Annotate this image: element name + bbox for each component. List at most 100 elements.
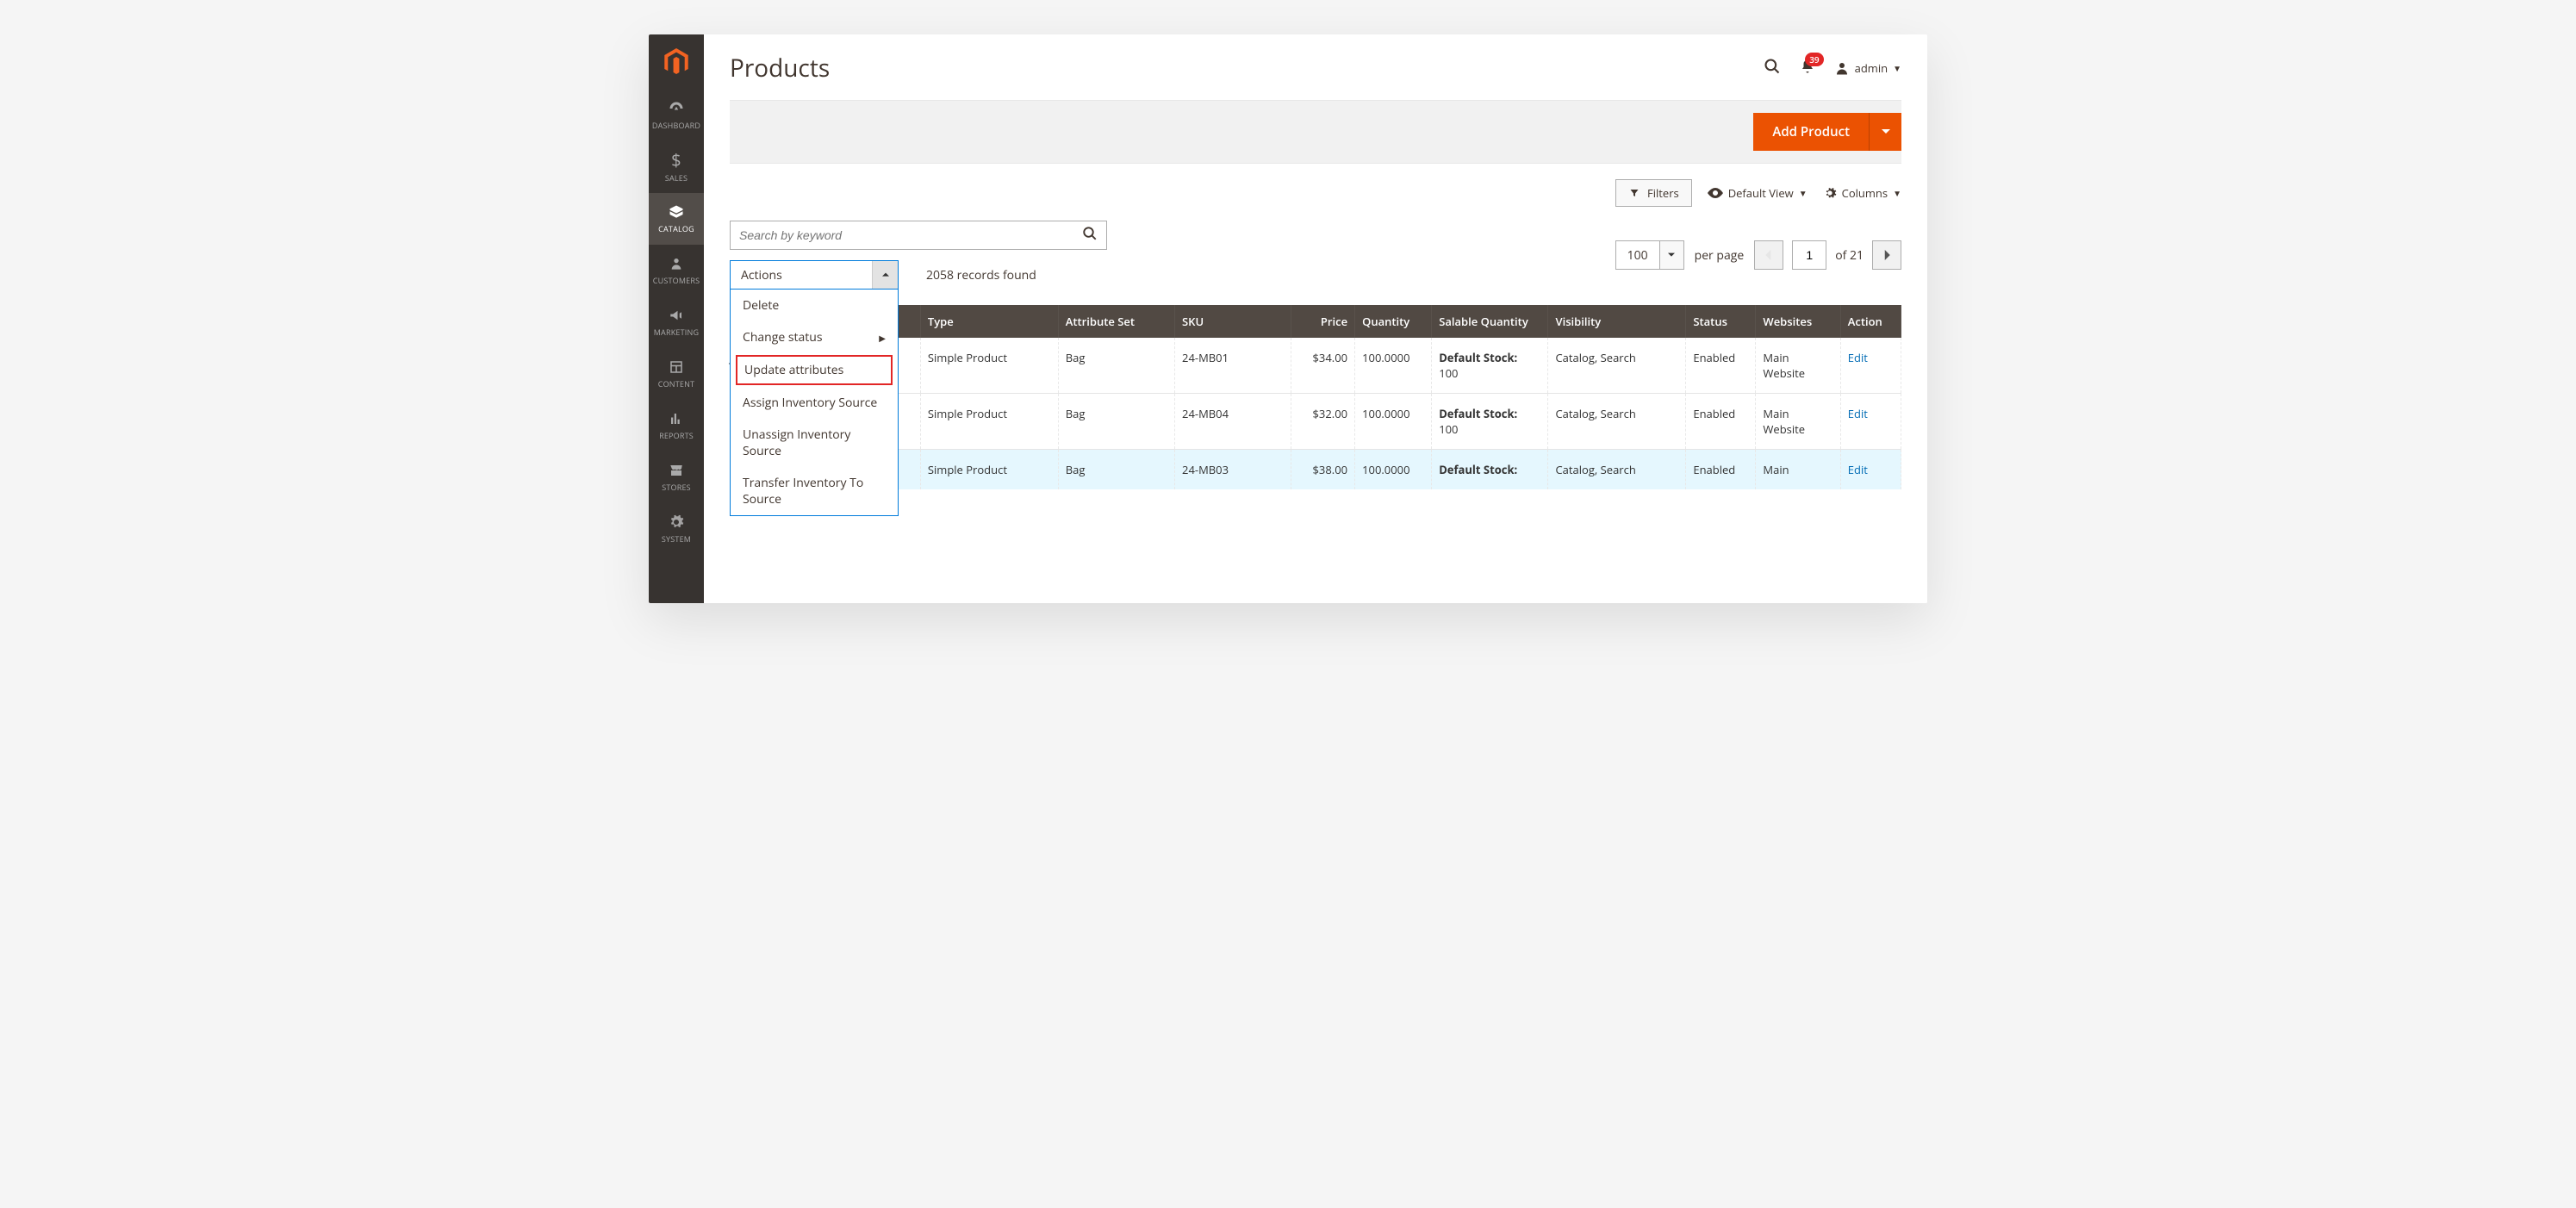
cell-attribute-set: Bag [1058, 338, 1174, 394]
sidebar-label: SALES [665, 172, 688, 184]
default-view-button[interactable]: Default View ▼ [1708, 185, 1808, 201]
action-assign-inventory-source[interactable]: Assign Inventory Source [731, 387, 898, 419]
page-input[interactable] [1792, 240, 1826, 270]
cell-action: Edit [1840, 450, 1901, 490]
user-icon [1834, 60, 1850, 76]
action-delete[interactable]: Delete [731, 290, 898, 321]
add-product-button[interactable]: Add Product [1753, 113, 1869, 151]
sidebar-item-stores[interactable]: STORES [649, 451, 704, 503]
col-attribute-set[interactable]: Attribute Set [1058, 305, 1174, 338]
action-label: Update attributes [744, 362, 843, 378]
search-submit[interactable] [1082, 226, 1098, 246]
cell-salable-quantity: Default Stock: [1432, 450, 1548, 490]
products-grid: Name Type Attribute Set SKU Price Quanti… [730, 305, 1901, 489]
col-visibility[interactable]: Visibility [1548, 305, 1686, 338]
sidebar-item-catalog[interactable]: CATALOG [649, 193, 704, 245]
edit-link[interactable]: Edit [1848, 350, 1868, 365]
sidebar-item-system[interactable]: SYSTEM [649, 503, 704, 555]
col-salable-quantity[interactable]: Salable Quantity [1432, 305, 1548, 338]
add-product-button-group: Add Product [1753, 113, 1901, 151]
cell-websites: Main Website [1756, 394, 1840, 450]
cell-quantity: 100.0000 [1355, 450, 1432, 490]
gear-icon [1823, 186, 1837, 200]
action-change-status[interactable]: Change status ▶ [731, 321, 898, 353]
chevron-right-icon: ▶ [879, 332, 886, 344]
search-icon [1764, 58, 1781, 75]
sidebar-item-reports[interactable]: REPORTS [649, 400, 704, 451]
col-sku[interactable]: SKU [1175, 305, 1291, 338]
action-label: Delete [743, 297, 779, 314]
pager-prev[interactable] [1754, 240, 1783, 270]
col-type[interactable]: Type [920, 305, 1058, 338]
edit-link[interactable]: Edit [1848, 406, 1868, 421]
action-update-attributes[interactable]: Update attributes [736, 355, 893, 385]
col-status[interactable]: Status [1686, 305, 1756, 338]
products-table: Name Type Attribute Set SKU Price Quanti… [730, 305, 1901, 489]
chevron-down-icon: ▼ [1893, 62, 1901, 74]
cell-visibility: Catalog, Search [1548, 394, 1686, 450]
notifications-button[interactable]: 39 [1800, 58, 1815, 79]
col-quantity[interactable]: Quantity [1355, 305, 1432, 338]
magento-logo[interactable] [649, 34, 704, 90]
sidebar-label: DASHBOARD [652, 120, 700, 131]
chevron-right-icon [1883, 250, 1890, 260]
edit-link[interactable]: Edit [1848, 462, 1868, 477]
chevron-down-icon: ▼ [1893, 187, 1901, 199]
admin-user-menu[interactable]: admin ▼ [1834, 60, 1901, 76]
sidebar-item-customers[interactable]: CUSTOMERS [649, 245, 704, 296]
search-input[interactable] [739, 228, 1082, 242]
action-transfer-inventory[interactable]: Transfer Inventory To Source [731, 467, 898, 515]
dollar-icon: $ [671, 152, 681, 169]
actions-dropdown-toggle[interactable] [872, 261, 898, 289]
columns-button[interactable]: Columns ▼ [1823, 185, 1901, 201]
page-title: Products [730, 52, 830, 84]
col-websites[interactable]: Websites [1756, 305, 1840, 338]
sidebar: DASHBOARD $ SALES CATALOG CUSTOMERS MARK… [649, 34, 704, 603]
catalog-icon [669, 204, 684, 220]
cell-price: $38.00 [1291, 450, 1355, 490]
action-label: Unassign Inventory Source [743, 427, 886, 459]
col-price[interactable]: Price [1291, 305, 1355, 338]
filters-button[interactable]: Filters [1615, 179, 1692, 207]
default-view-label: Default View [1728, 185, 1794, 201]
sidebar-item-dashboard[interactable]: DASHBOARD [649, 90, 704, 141]
sidebar-item-sales[interactable]: $ SALES [649, 141, 704, 193]
pager-next[interactable] [1872, 240, 1901, 270]
cell-quantity: 100.0000 [1355, 338, 1432, 394]
table-row[interactable]: Strive Shoulder PackSimple ProductBag24-… [730, 394, 1901, 450]
table-row[interactable]: Crown Summit BackpackSimple ProductBag24… [730, 450, 1901, 490]
search-icon [1082, 226, 1098, 241]
chevron-down-icon [1882, 128, 1890, 136]
sidebar-label: REPORTS [659, 430, 694, 441]
action-label: Transfer Inventory To Source [743, 475, 886, 507]
cell-type: Simple Product [920, 394, 1058, 450]
pager-nav: of 21 [1754, 240, 1901, 270]
per-page-value: 100 [1615, 240, 1660, 270]
admin-username: admin [1855, 60, 1888, 76]
action-unassign-inventory-source[interactable]: Unassign Inventory Source [731, 419, 898, 467]
table-header-row: Name Type Attribute Set SKU Price Quanti… [730, 305, 1901, 338]
sidebar-label: MARKETING [654, 327, 699, 338]
cell-websites: Main Website [1756, 338, 1840, 394]
add-product-dropdown[interactable] [1869, 113, 1901, 151]
cell-status: Enabled [1686, 394, 1756, 450]
sidebar-item-content[interactable]: CONTENT [649, 348, 704, 400]
cell-sku: 24-MB04 [1175, 394, 1291, 450]
table-row[interactable]: Joust Duffle BagSimple ProductBag24-MB01… [730, 338, 1901, 394]
sidebar-label: CONTENT [658, 378, 695, 389]
search-actions-column: Actions Delete Change status ▶ [730, 221, 1107, 290]
actions-label: Actions [731, 267, 872, 283]
chevron-down-icon [1668, 252, 1675, 258]
search-button[interactable] [1764, 58, 1781, 79]
cell-type: Simple Product [920, 338, 1058, 394]
sidebar-item-marketing[interactable]: MARKETING [649, 296, 704, 348]
cell-status: Enabled [1686, 338, 1756, 394]
eye-icon [1708, 188, 1723, 198]
cell-action: Edit [1840, 338, 1901, 394]
col-action[interactable]: Action [1840, 305, 1901, 338]
pagination: 100 per page of 21 [1615, 240, 1901, 270]
per-page-selector: 100 [1615, 240, 1684, 270]
per-page-dropdown[interactable] [1660, 240, 1684, 270]
actions-dropdown[interactable]: Actions [730, 260, 899, 290]
dashboard-icon [669, 101, 684, 116]
